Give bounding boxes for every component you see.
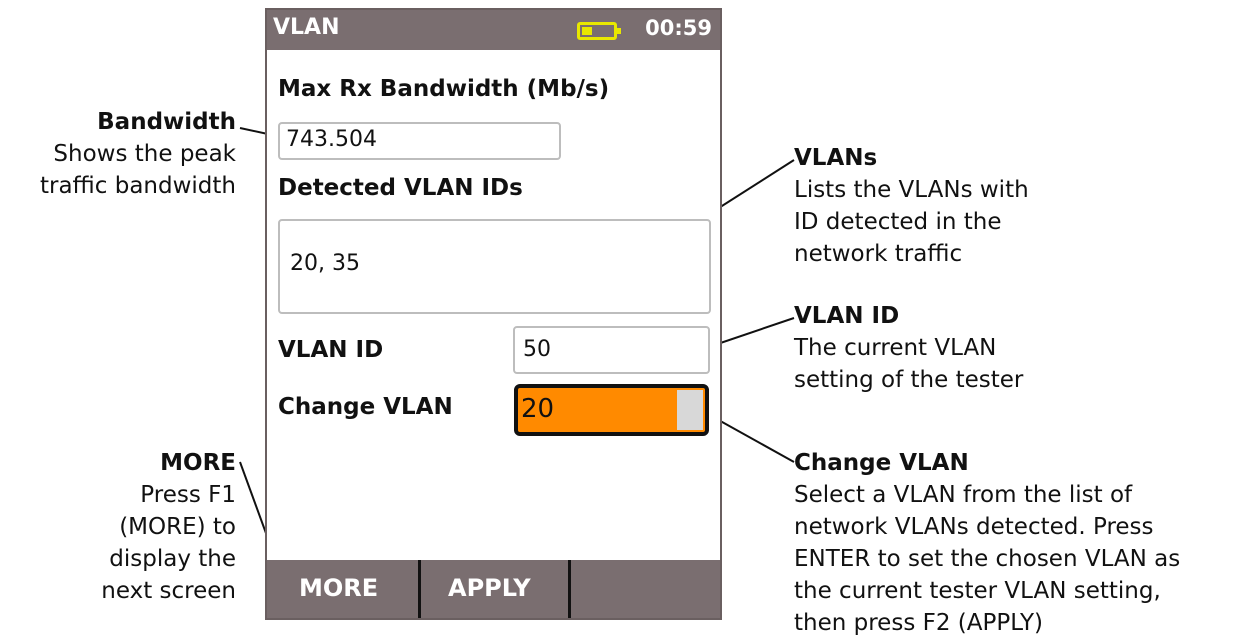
vlan-id-annotation-line: setting of the tester <box>794 367 1024 393</box>
title-bar: VLAN 00:59 <box>267 10 720 50</box>
vlan-id-annotation: VLAN ID The current VLAN setting of the … <box>794 300 1234 396</box>
screen-title: VLAN <box>273 15 340 40</box>
battery-icon <box>577 22 621 40</box>
detected-vlan-ids-value: 20, 35 <box>290 251 360 276</box>
bandwidth-annotation: Bandwidth Shows the peak traffic bandwid… <box>0 106 236 202</box>
vlans-annotation: VLANs Lists the VLANs with ID detected i… <box>794 142 1234 270</box>
change-vlan-annotation-line: then press F2 (APPLY) <box>794 610 1044 636</box>
change-vlan-annotation-line: network VLANs detected. Press <box>794 514 1154 540</box>
vlans-annotation-title: VLANs <box>794 145 878 171</box>
dropdown-arrow-icon[interactable] <box>677 390 703 430</box>
max-rx-bandwidth-value: 743.504 <box>286 127 377 152</box>
change-vlan-label: Change VLAN <box>278 394 453 420</box>
change-vlan-value: 20 <box>521 394 555 424</box>
vlan-id-field: 50 <box>513 326 710 374</box>
bandwidth-annotation-line: traffic bandwidth <box>39 173 236 199</box>
change-vlan-annotation-line: Select a VLAN from the list of <box>794 482 1133 508</box>
tester-screen: VLAN 00:59 Max Rx Bandwidth (Mb/s) 743.5… <box>265 8 722 620</box>
function-key-bar: MORE APPLY <box>267 560 720 618</box>
vlans-annotation-line: ID detected in the <box>794 209 1002 235</box>
max-rx-bandwidth-label: Max Rx Bandwidth (Mb/s) <box>278 76 610 102</box>
more-annotation-title: MORE <box>160 450 236 476</box>
bandwidth-annotation-title: Bandwidth <box>97 109 236 135</box>
more-annotation-line: (MORE) to <box>119 514 236 540</box>
f3-button[interactable] <box>571 560 720 618</box>
clock: 00:59 <box>645 16 712 40</box>
change-vlan-annotation: Change VLAN Select a VLAN from the list … <box>794 447 1254 639</box>
detected-vlan-ids-label: Detected VLAN IDs <box>278 175 523 201</box>
f2-apply-button[interactable]: APPLY <box>421 560 571 618</box>
vlan-id-annotation-title: VLAN ID <box>794 303 900 329</box>
max-rx-bandwidth-field: 743.504 <box>278 122 561 160</box>
bandwidth-annotation-line: Shows the peak <box>53 141 236 167</box>
vlans-annotation-line: Lists the VLANs with <box>794 177 1029 203</box>
more-annotation: MORE Press F1 (MORE) to display the next… <box>36 447 236 607</box>
vlans-annotation-line: network traffic <box>794 241 963 267</box>
change-vlan-annotation-line: ENTER to set the chosen VLAN as <box>794 546 1181 572</box>
vlan-id-value: 50 <box>523 337 551 362</box>
detected-vlan-ids-field: 20, 35 <box>278 219 711 314</box>
more-annotation-line: Press F1 <box>140 482 236 508</box>
vlan-id-annotation-line: The current VLAN <box>794 335 997 361</box>
vlan-id-label: VLAN ID <box>278 337 384 363</box>
change-vlan-annotation-title: Change VLAN <box>794 450 969 476</box>
more-annotation-line: next screen <box>101 578 236 604</box>
change-vlan-dropdown[interactable]: 20 <box>514 384 709 436</box>
more-annotation-line: display the <box>109 546 236 572</box>
f1-more-button[interactable]: MORE <box>267 560 421 618</box>
change-vlan-annotation-line: the current tester VLAN setting, <box>794 578 1161 604</box>
